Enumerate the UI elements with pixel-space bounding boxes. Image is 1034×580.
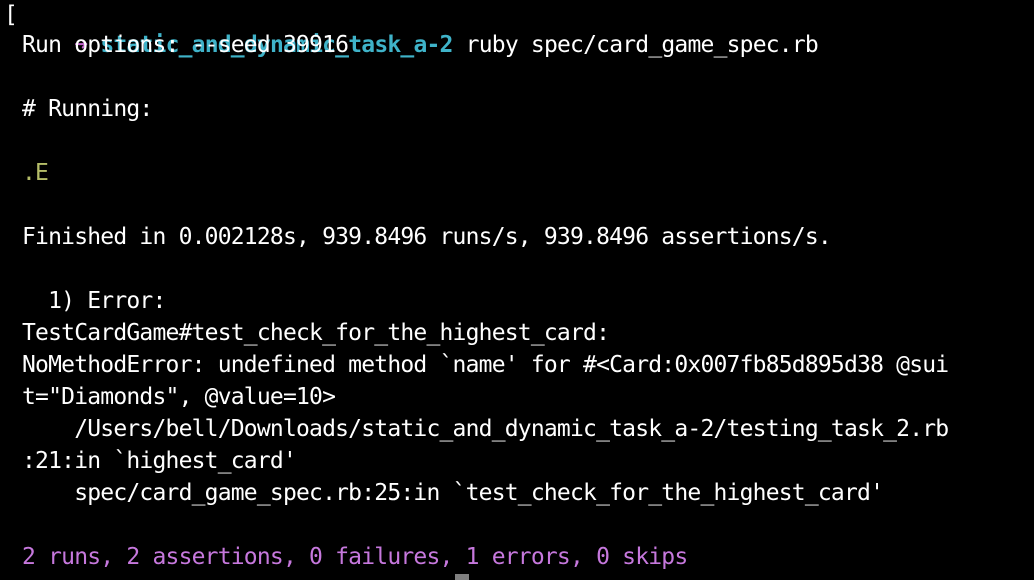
backtrace-line-1b: :21:in `highest_card' [22, 448, 297, 474]
test-summary: 2 runs, 2 assertions, 0 failures, 1 erro… [22, 544, 688, 570]
running-header: # Running: [22, 96, 153, 122]
prompt-open-bracket: [ [4, 2, 18, 28]
backtrace-line-2: spec/card_game_spec.rb:25:in `test_check… [22, 480, 884, 506]
error-message-line-1: NoMethodError: undefined method `name' f… [22, 352, 949, 378]
error-heading: 1) Error: [22, 288, 166, 314]
error-test-name: TestCardGame#test_check_for_the_highest_… [22, 320, 610, 346]
terminal-cursor [455, 574, 469, 580]
backtrace-line-1a: /Users/bell/Downloads/static_and_dynamic… [22, 416, 949, 442]
run-options-line: Run options: --seed 39916 [22, 32, 349, 58]
test-progress: .E [22, 160, 49, 186]
prompt-command: ruby spec/card_game_spec.rb [465, 32, 819, 58]
error-message-line-2: t="Diamonds", @value=10> [22, 384, 336, 410]
prompt-line: ➜ static_and_dynamic_task_a-2 ruby spec/… [22, 0, 819, 58]
finished-line: Finished in 0.002128s, 939.8496 runs/s, … [22, 224, 832, 250]
terminal-window[interactable]: [ ➜ static_and_dynamic_task_a-2 ruby spe… [0, 0, 1034, 580]
